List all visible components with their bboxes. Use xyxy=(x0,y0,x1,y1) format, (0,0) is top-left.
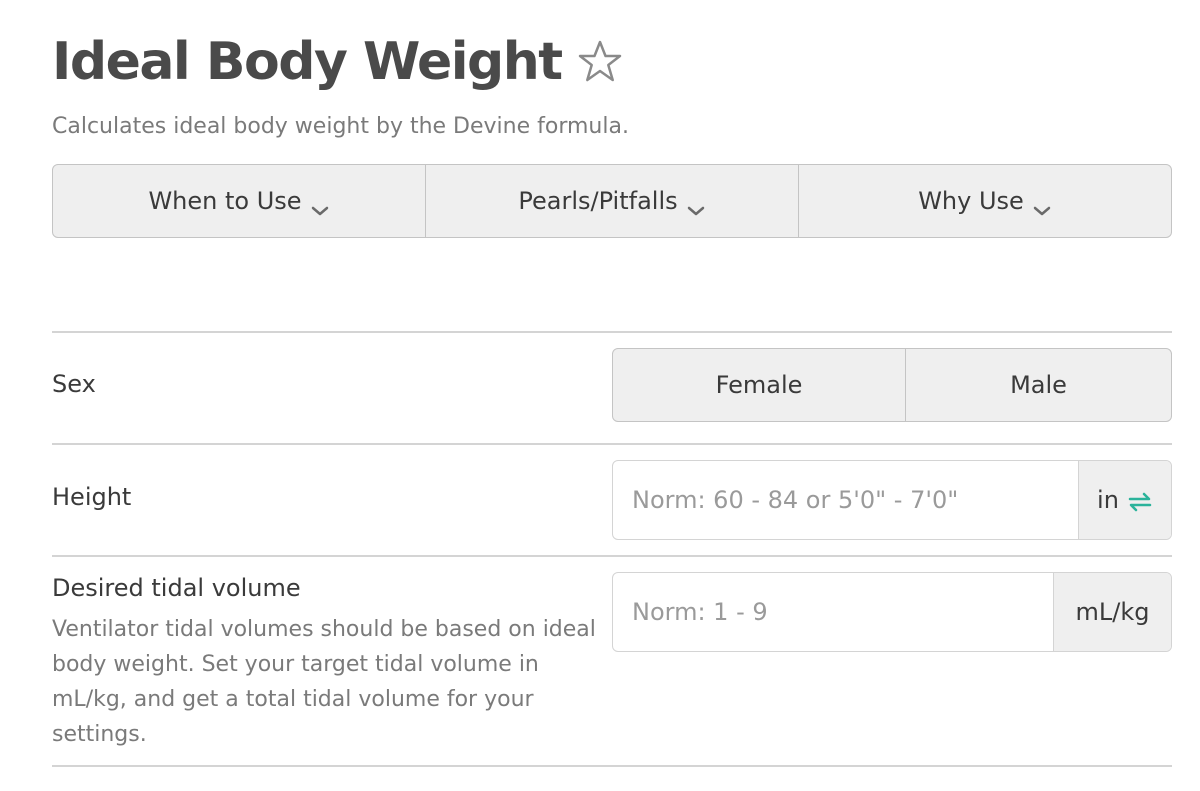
page-subtitle: Calculates ideal body weight by the Devi… xyxy=(52,114,629,139)
divider xyxy=(52,765,1172,767)
divider xyxy=(52,331,1172,333)
tidal-volume-label: Desired tidal volume xyxy=(52,574,301,602)
title-row: Ideal Body Weight xyxy=(52,30,624,94)
tab-when-to-use[interactable]: When to Use xyxy=(53,165,426,237)
sex-option-female[interactable]: Female xyxy=(613,349,906,421)
divider xyxy=(52,555,1172,557)
height-field: in xyxy=(612,460,1172,540)
height-label: Height xyxy=(52,483,132,511)
chevron-down-icon xyxy=(686,195,706,216)
tab-pearls-pitfalls[interactable]: Pearls/Pitfalls xyxy=(426,165,799,237)
tab-label: Why Use xyxy=(918,187,1024,215)
tidal-volume-field: mL/kg xyxy=(612,572,1172,652)
tidal-volume-unit: mL/kg xyxy=(1053,573,1171,651)
star-icon[interactable] xyxy=(576,38,624,86)
tab-why-use[interactable]: Why Use xyxy=(799,165,1171,237)
divider xyxy=(52,443,1172,445)
height-input[interactable] xyxy=(613,461,1078,539)
chevron-down-icon xyxy=(310,195,330,216)
tab-label: Pearls/Pitfalls xyxy=(518,187,678,215)
sex-toggle: Female Male xyxy=(612,348,1172,422)
info-tabs: When to Use Pearls/Pitfalls Why Use xyxy=(52,164,1172,238)
height-unit-label: in xyxy=(1097,486,1119,514)
tidal-volume-description: Ventilator tidal volumes should be based… xyxy=(52,617,596,747)
height-unit-toggle[interactable]: in xyxy=(1078,461,1171,539)
tidal-volume-input[interactable] xyxy=(613,573,1053,651)
sex-option-male[interactable]: Male xyxy=(906,349,1171,421)
calculator-page: Ideal Body Weight Calculates ideal body … xyxy=(0,0,1200,791)
chevron-down-icon xyxy=(1032,195,1052,216)
tab-label: When to Use xyxy=(148,187,302,215)
page-title: Ideal Body Weight xyxy=(52,32,563,92)
tidal-volume-unit-label: mL/kg xyxy=(1075,598,1150,626)
swap-units-icon xyxy=(1127,490,1153,512)
sex-label: Sex xyxy=(52,370,96,398)
